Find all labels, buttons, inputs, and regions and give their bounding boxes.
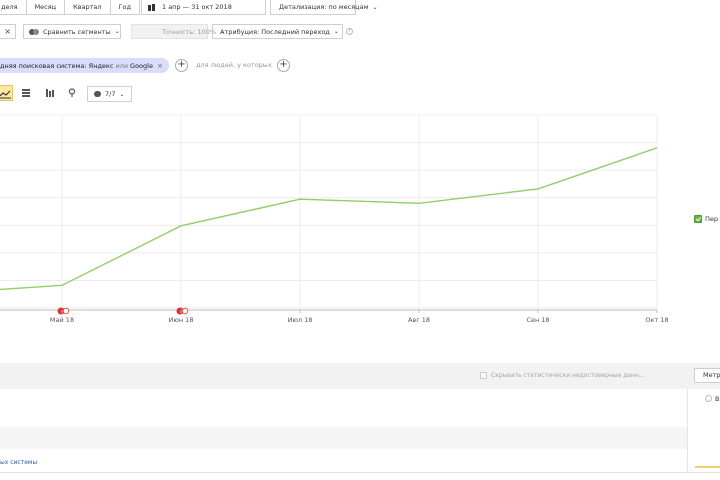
attribution-label: Атрибуция: Последний переход — [220, 27, 330, 36]
annotation-marker — [176, 307, 189, 315]
chart-series-layer — [0, 147, 658, 291]
period-quarter-button[interactable]: Квартал — [65, 0, 111, 14]
period-year-button[interactable]: Год — [111, 0, 139, 14]
chevron-down-icon: ⌄ — [114, 28, 120, 35]
x-tick-label: Авг 18 — [408, 316, 430, 324]
radio-label: В — [715, 395, 720, 403]
series-line — [0, 147, 658, 291]
close-segment-button[interactable]: × — [0, 24, 16, 39]
attribution-dropdown[interactable]: Атрибуция: Последний переход ⌄ — [212, 24, 343, 39]
annotation-dot — [62, 307, 70, 315]
compare-segments-icon — [29, 28, 39, 35]
date-range-label: 1 апр — 31 окт 2018 — [162, 3, 232, 11]
accuracy-label: Точность: 100% — [162, 27, 217, 36]
radio-button[interactable] — [705, 395, 712, 402]
chart-grid — [0, 114, 658, 311]
table-row — [0, 427, 687, 449]
legend-checkbox[interactable] — [694, 215, 702, 223]
detail-label: Детализация: по месяцам — [279, 3, 369, 11]
legend-label: Пер — [705, 215, 719, 223]
compare-segments-dropdown[interactable]: Сравнить сегменты ⌄ — [23, 24, 121, 39]
chart-series-dropdown[interactable]: 7/7 ⌄ — [87, 86, 132, 102]
top-toolbar: деля Месяц Квартал Год 1 апр — 31 окт 20… — [0, 0, 720, 16]
bar-chart-icon — [46, 89, 54, 97]
add-people-condition-button[interactable]: + — [277, 59, 290, 72]
period-month-button[interactable]: Месяц — [27, 0, 66, 14]
column-divider — [687, 389, 688, 474]
hide-unreliable-checkbox[interactable] — [480, 372, 487, 379]
app-window: деля Месяц Квартал Год 1 апр — 31 окт 20… — [0, 0, 720, 480]
stacked-chart-toggle[interactable] — [21, 88, 31, 98]
x-tick-label: Окт 18 — [645, 316, 668, 324]
metrics-button[interactable]: Метр — [694, 368, 720, 383]
bar-chart-toggle[interactable] — [45, 88, 55, 98]
info-icon[interactable]: ? — [346, 28, 353, 35]
segment-value-google: Google — [130, 61, 153, 70]
bottom-divider — [0, 472, 720, 473]
segment-value-yandex: Яндекс — [88, 61, 114, 70]
comment-icon — [94, 91, 101, 97]
highlight-bar — [695, 466, 720, 468]
series-count: 7/7 — [105, 90, 116, 98]
calendar-icon — [148, 3, 155, 11]
chevron-down-icon: ⌄ — [333, 28, 339, 35]
annotation-marker — [57, 307, 70, 315]
x-tick-label: Июн 18 — [169, 316, 194, 324]
chevron-down-icon: ⌄ — [372, 3, 378, 11]
map-pin-icon — [68, 88, 76, 97]
close-icon[interactable]: × — [157, 62, 163, 70]
date-range-picker[interactable]: 1 апр — 31 окт 2018 — [141, 0, 266, 15]
accuracy-dropdown[interactable]: Точность: 100% ⌄ — [131, 24, 225, 39]
segment-or: или — [115, 61, 129, 70]
compare-segments-label: Сравнить сегменты — [43, 27, 111, 36]
map-chart-toggle[interactable] — [67, 88, 77, 98]
line-chart-icon — [0, 90, 11, 99]
period-button-group: деля Месяц Квартал Год — [0, 0, 140, 15]
add-condition-button[interactable]: + — [175, 59, 188, 72]
period-week-button[interactable]: деля — [0, 0, 27, 14]
search-systems-link[interactable]: ых системы — [0, 459, 37, 466]
x-tick-label: Сен 18 — [526, 316, 549, 324]
line-chart-toggle[interactable] — [0, 85, 13, 101]
chevron-down-icon: ⌄ — [119, 90, 125, 98]
hide-unreliable-label: Скрывать статистически недостоверные дан… — [491, 372, 645, 379]
segment-chip[interactable]: дняя поисковая система: Яндекс или Googl… — [0, 58, 169, 73]
people-condition-label: для людей, у которых — [196, 61, 272, 69]
x-tick-label: Июл 18 — [288, 316, 313, 324]
x-axis-labels: Май 18 Июн 18 Июл 18 Авг 18 Сен 18 Окт 18 — [50, 310, 669, 324]
annotation-dot — [181, 307, 189, 315]
stacked-chart-icon — [22, 89, 30, 97]
segment-prefix: дняя поисковая система: — [0, 61, 87, 70]
detail-dropdown[interactable]: Детализация: по месяцам ⌄ — [270, 0, 378, 15]
x-tick-label: Май 18 — [50, 316, 74, 324]
line-chart: Май 18 Июн 18 Июл 18 Авг 18 Сен 18 Окт 18 — [0, 114, 669, 324]
